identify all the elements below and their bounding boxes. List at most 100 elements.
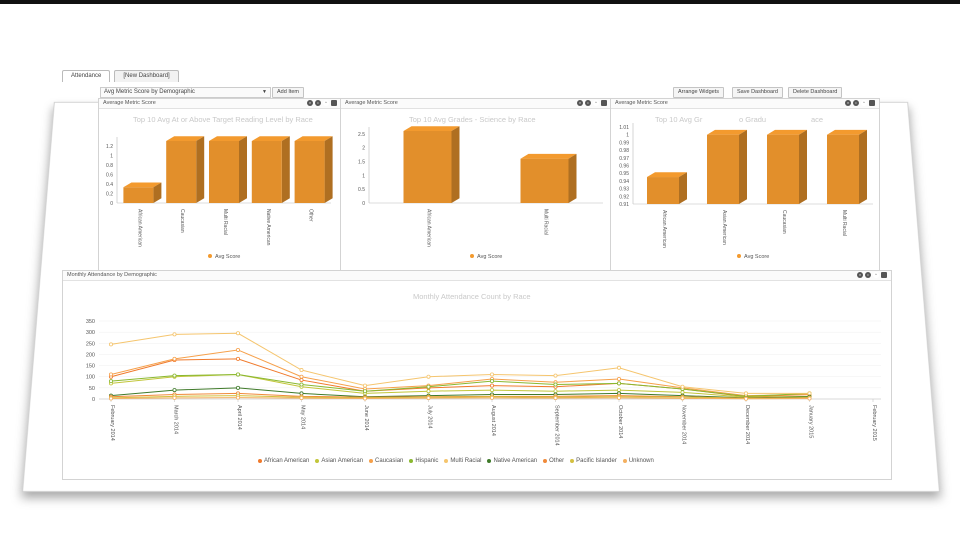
legend-item[interactable]: Asian American bbox=[315, 458, 363, 464]
legend-item[interactable]: Multi Racial bbox=[444, 458, 481, 464]
close-icon[interactable]: × bbox=[857, 272, 863, 278]
y-tick-label: 1.01 bbox=[619, 125, 629, 131]
bar-side bbox=[739, 129, 747, 204]
widget-header: Average Metric Score × • ^ bbox=[341, 99, 611, 109]
settings-icon[interactable]: • bbox=[315, 100, 321, 106]
data-point bbox=[617, 388, 622, 393]
legend-label: Native American bbox=[493, 458, 538, 464]
widget-select[interactable]: Avg Metric Score by Demographic ▼ bbox=[100, 87, 271, 98]
y-tick-label: 1 bbox=[110, 153, 113, 159]
maximize-icon[interactable] bbox=[869, 100, 875, 106]
x-tick-label: April 2014 bbox=[236, 405, 242, 430]
data-point bbox=[489, 379, 494, 384]
legend-item[interactable]: Pacific Islander bbox=[570, 458, 617, 464]
collapse-icon[interactable]: ^ bbox=[861, 100, 867, 106]
legend-marker bbox=[315, 459, 320, 463]
data-point bbox=[235, 331, 240, 336]
bar-side bbox=[281, 136, 290, 203]
close-icon[interactable]: × bbox=[577, 100, 583, 106]
widget-header-label: Average Metric Score bbox=[615, 100, 668, 106]
x-tick-label: Multi Racial bbox=[543, 209, 549, 235]
legend-marker bbox=[543, 459, 548, 463]
bar-chart-science: 0 0.5 1 1.5 2 2.5 African American Multi Racial… bbox=[358, 126, 603, 260]
x-tick-label: Other bbox=[308, 209, 314, 222]
data-point bbox=[617, 365, 622, 370]
maximize-icon[interactable] bbox=[331, 100, 337, 106]
settings-icon[interactable]: • bbox=[865, 272, 871, 278]
y-tick-label: 0.4 bbox=[106, 182, 113, 188]
bar-side bbox=[324, 136, 333, 203]
widget-graduation: Average Metric Score × • ^ Top 10 Avg Gr… bbox=[610, 98, 880, 272]
data-point bbox=[299, 378, 304, 383]
legend-item[interactable]: African American bbox=[258, 458, 309, 464]
data-point bbox=[426, 389, 431, 394]
arrange-widgets-button[interactable]: Arrange Widgets bbox=[673, 87, 724, 98]
legend-marker bbox=[570, 459, 575, 463]
x-tick-label: Multi Racial bbox=[222, 209, 228, 235]
y-tick-label: 0.94 bbox=[619, 179, 629, 185]
x-tick-label: September 2014 bbox=[554, 405, 560, 446]
legend-marker bbox=[409, 459, 414, 463]
data-point bbox=[553, 382, 558, 387]
series-line bbox=[110, 373, 810, 397]
close-icon[interactable]: × bbox=[307, 100, 313, 106]
legend-label: Asian American bbox=[321, 458, 364, 464]
data-point bbox=[299, 374, 304, 379]
widget-science-grades: Average Metric Score × • ^ Top 10 Avg Gr… bbox=[340, 98, 612, 272]
data-point bbox=[235, 395, 240, 400]
settings-icon[interactable]: • bbox=[585, 100, 591, 106]
maximize-icon[interactable] bbox=[601, 100, 607, 106]
settings-icon[interactable]: • bbox=[853, 100, 859, 106]
x-tick-label: February 2014 bbox=[109, 405, 115, 441]
bar-top bbox=[403, 126, 460, 131]
y-tick-label: 50 bbox=[89, 386, 95, 392]
collapse-icon[interactable]: ^ bbox=[873, 272, 879, 278]
bar bbox=[707, 134, 739, 204]
maximize-icon[interactable] bbox=[881, 272, 887, 278]
data-point bbox=[680, 384, 685, 389]
bar bbox=[520, 158, 569, 203]
y-tick-label: 2.5 bbox=[358, 132, 365, 138]
legend-item[interactable]: Unknown bbox=[622, 458, 654, 464]
widget-header: Average Metric Score × • ^ bbox=[611, 99, 879, 109]
x-tick-label: January 2015 bbox=[808, 405, 814, 438]
data-point bbox=[235, 347, 240, 352]
y-tick-label: 100 bbox=[86, 375, 95, 381]
y-tick-label: 0 bbox=[110, 201, 113, 207]
legend-item[interactable]: Other bbox=[543, 458, 564, 464]
tab-new-dashboard[interactable]: [New Dashboard] bbox=[114, 70, 179, 82]
y-tick-label: 150 bbox=[86, 364, 95, 370]
y-tick-label: 1.2 bbox=[106, 144, 113, 150]
legend-item[interactable]: Hispanic bbox=[409, 458, 438, 464]
x-tick-label: October 2014 bbox=[617, 405, 623, 438]
legend-label: Other bbox=[549, 458, 565, 464]
collapse-icon[interactable]: ^ bbox=[323, 100, 329, 106]
save-dashboard-button[interactable]: Save Dashboard bbox=[732, 87, 783, 98]
legend-item[interactable]: Caucasian bbox=[369, 458, 403, 464]
bar-side bbox=[799, 129, 807, 204]
collapse-icon[interactable]: ^ bbox=[593, 100, 599, 106]
legend-marker bbox=[444, 459, 449, 463]
legend-marker bbox=[369, 459, 374, 463]
add-item-button[interactable]: Add Item bbox=[272, 87, 305, 98]
y-tick-label: 0.95 bbox=[619, 171, 629, 177]
close-icon[interactable]: × bbox=[845, 100, 851, 106]
x-tick-label: May 2014 bbox=[300, 405, 306, 429]
y-tick-label: 350 bbox=[86, 319, 95, 325]
data-point bbox=[299, 382, 304, 387]
widget-header-label: Average Metric Score bbox=[103, 100, 156, 106]
bar-chart-graduation: 0.91 0.920.93 0.94 0.950.96 0.97 0.98 0.991 1.0… bbox=[619, 123, 873, 260]
y-tick-label: 1 bbox=[626, 133, 629, 139]
x-tick-label: February 2015 bbox=[871, 405, 877, 441]
data-point bbox=[680, 390, 685, 395]
legend-item[interactable]: Native American bbox=[487, 458, 537, 464]
bar-side bbox=[451, 126, 460, 203]
data-point bbox=[489, 388, 494, 393]
y-tick-label: 0 bbox=[92, 397, 95, 403]
delete-dashboard-button[interactable]: Delete Dashboard bbox=[788, 87, 843, 98]
legend-label: Avg Score bbox=[744, 254, 769, 260]
chart-title: Monthly Attendance Count by Race bbox=[413, 292, 531, 301]
tab-attendance[interactable]: Attendance bbox=[62, 70, 111, 82]
legend-marker bbox=[258, 459, 262, 463]
bar-side bbox=[679, 172, 687, 204]
